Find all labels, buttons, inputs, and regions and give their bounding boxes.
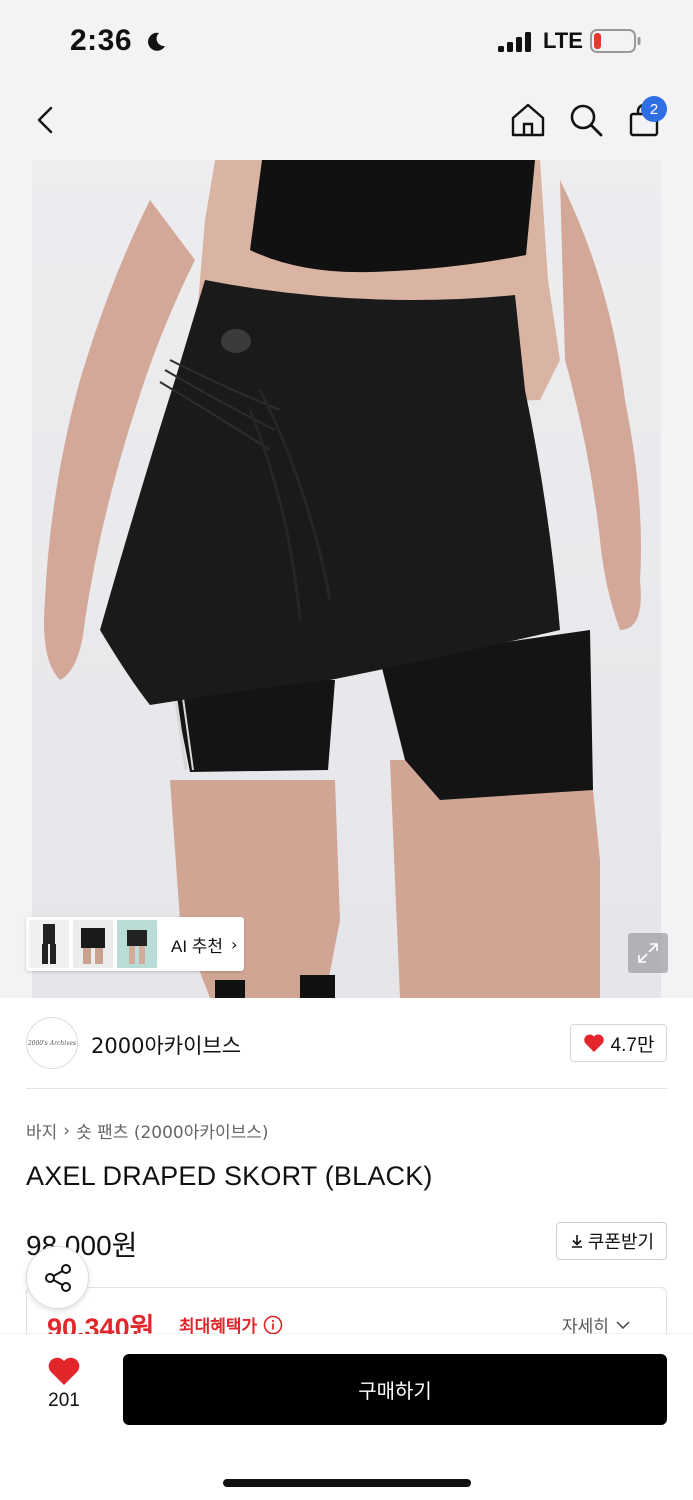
wishlist-button[interactable]: 201 bbox=[30, 1356, 98, 1422]
cart-count-badge: 2 bbox=[641, 96, 667, 122]
status-bar: 2:36 LTE bbox=[0, 0, 693, 84]
battery-low-icon bbox=[590, 29, 641, 53]
signal-bars-icon bbox=[498, 32, 531, 52]
breadcrumb-item[interactable]: 숏 팬츠 (2000아카이브스) bbox=[76, 1118, 268, 1143]
network-label: LTE bbox=[543, 28, 583, 53]
home-indicator bbox=[223, 1479, 471, 1487]
home-button[interactable] bbox=[506, 98, 550, 142]
chevron-down-icon bbox=[616, 1320, 630, 1329]
expand-image-button[interactable] bbox=[628, 933, 668, 973]
share-button[interactable] bbox=[26, 1246, 89, 1309]
bottom-action-bar: 201 구매하기 bbox=[0, 1334, 693, 1500]
back-button[interactable] bbox=[24, 98, 68, 142]
brand-logo[interactable]: 2000's Archives bbox=[26, 1017, 78, 1069]
divider bbox=[26, 1088, 667, 1089]
buy-button[interactable]: 구매하기 bbox=[123, 1354, 667, 1425]
breadcrumb-separator-icon: › bbox=[63, 1120, 71, 1141]
brand-like-count: 4.7만 bbox=[610, 1034, 655, 1056]
status-time: 2:36 bbox=[70, 24, 133, 57]
coupon-button[interactable]: 쿠폰받기 bbox=[556, 1222, 667, 1260]
wishlist-count: 201 bbox=[48, 1390, 80, 1411]
top-nav bbox=[0, 84, 693, 160]
download-icon bbox=[571, 1235, 582, 1248]
chevron-left-icon bbox=[37, 106, 53, 134]
heart-icon bbox=[583, 1034, 604, 1052]
expand-icon bbox=[638, 943, 658, 963]
brand-name[interactable]: 2000아카이브스 bbox=[91, 1030, 241, 1060]
ai-recommendation-strip[interactable]: AI 추천 › bbox=[26, 917, 244, 971]
ai-recommend-label: AI 추천 bbox=[171, 936, 224, 956]
brand-logo-text: 2000's Archives bbox=[27, 1039, 77, 1047]
product-image-gallery[interactable] bbox=[0, 160, 693, 998]
search-icon bbox=[570, 104, 603, 137]
search-button[interactable] bbox=[564, 98, 608, 142]
brand-like-button[interactable]: 4.7만 bbox=[570, 1024, 667, 1062]
product-photo-illustration bbox=[44, 160, 641, 998]
breadcrumb: 바지 › 숏 팬츠 (2000아카이브스) bbox=[26, 1118, 269, 1144]
moon-icon bbox=[148, 32, 165, 51]
info-icon[interactable] bbox=[263, 1315, 283, 1335]
ai-thumbnail-2[interactable] bbox=[73, 920, 113, 968]
home-icon bbox=[511, 103, 545, 137]
breadcrumb-item[interactable]: 바지 bbox=[26, 1118, 57, 1143]
ai-thumbnail-1[interactable] bbox=[29, 920, 69, 968]
coupon-label: 쿠폰받기 bbox=[587, 1232, 655, 1253]
share-icon bbox=[44, 1263, 71, 1292]
ai-thumbnail-3[interactable] bbox=[117, 920, 157, 968]
product-title: AXEL DRAPED SKORT (BLACK) bbox=[26, 1161, 433, 1191]
chevron-right-icon: › bbox=[231, 934, 238, 954]
heart-icon bbox=[48, 1357, 80, 1385]
